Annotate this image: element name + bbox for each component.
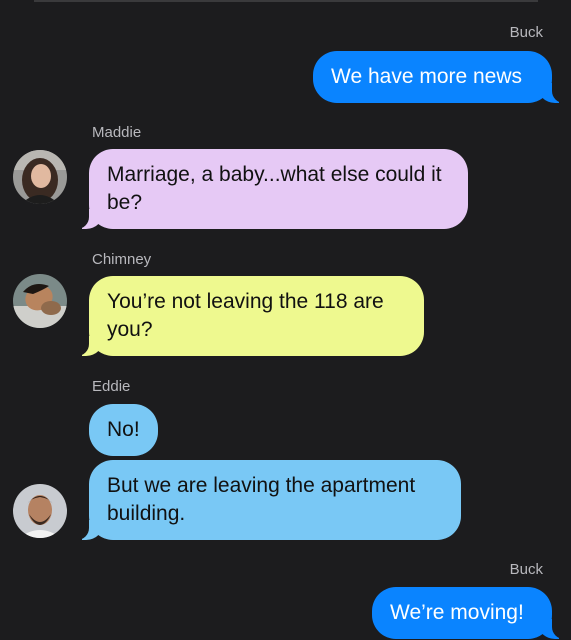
message-text: No! [107, 418, 140, 441]
message-bubble-chimney[interactable]: You’re not leaving the 118 are you? [72, 276, 424, 356]
message-bubble-maddie[interactable]: Marriage, a baby...what else could it be… [72, 149, 468, 229]
sender-name-eddie: Eddie [92, 378, 131, 395]
sender-name-maddie: Maddie [92, 124, 142, 141]
sender-name-chimney: Chimney [92, 251, 152, 268]
avatar-maddie-image [13, 150, 67, 204]
message-bubble-eddie[interactable]: But we are leaving the apartment buildin… [72, 460, 461, 540]
bubble-tail [537, 83, 569, 103]
avatar-chimney-image [13, 274, 67, 328]
sender-name-buck: Buck [509, 24, 543, 41]
sender-name-buck: Buck [509, 561, 543, 578]
bubble-tail [72, 336, 104, 356]
top-divider [34, 0, 538, 2]
avatar-eddie-image [13, 484, 67, 538]
message-text: Marriage, a baby...what else could it be… [107, 163, 442, 214]
message-text: But we are leaving the apartment buildin… [107, 474, 416, 525]
avatar-eddie[interactable] [13, 484, 67, 538]
message-text: We’re moving! [390, 601, 524, 624]
message-text: We have more news [331, 65, 523, 88]
message-bubble-outgoing[interactable]: We’re moving! [372, 587, 569, 639]
bubble-tail [72, 209, 104, 229]
message-thread: Buck We have more news Maddie Marriage, … [0, 0, 571, 640]
avatar-maddie[interactable] [13, 150, 67, 204]
avatar-chimney[interactable] [13, 274, 67, 328]
bubble-tail [72, 520, 104, 540]
message-bubble-outgoing[interactable]: We have more news [313, 51, 569, 103]
message-text: You’re not leaving the 118 are you? [107, 290, 384, 341]
bubble-tail [537, 619, 569, 639]
message-bubble-eddie[interactable]: No! [89, 404, 158, 456]
